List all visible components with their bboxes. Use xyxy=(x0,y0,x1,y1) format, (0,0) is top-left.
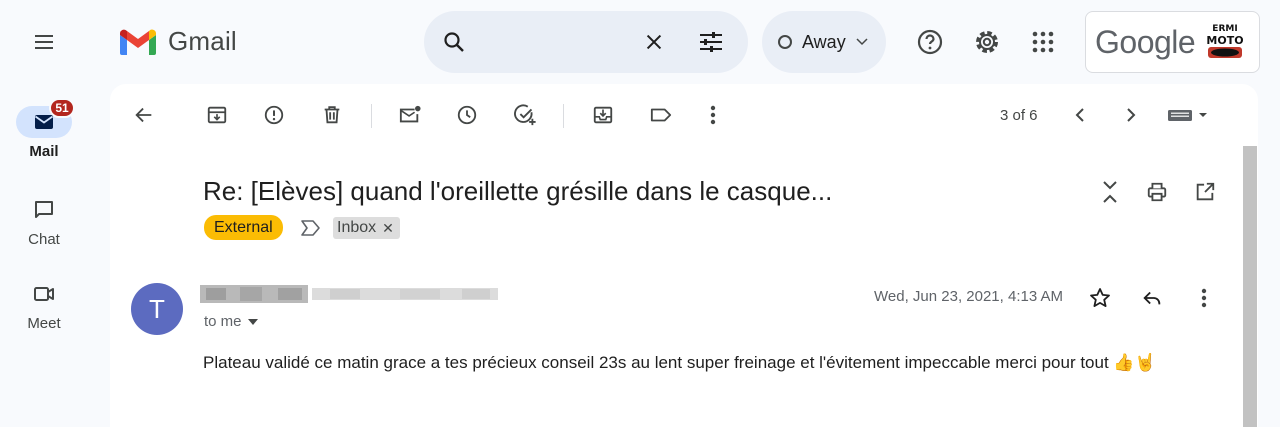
move-to-icon xyxy=(593,106,613,124)
archive-button[interactable] xyxy=(203,101,231,129)
report-spam-icon xyxy=(264,105,284,125)
chevron-left-icon xyxy=(1075,108,1084,122)
add-to-tasks-button[interactable] xyxy=(511,101,539,129)
keyboard-icon xyxy=(1168,110,1207,121)
more-options-button[interactable] xyxy=(699,101,727,129)
toolbar-divider xyxy=(371,104,372,128)
older-button[interactable] xyxy=(1117,101,1145,129)
google-wordmark: Google xyxy=(1095,23,1196,60)
rail-label-mail: Mail xyxy=(29,143,59,160)
labels-button[interactable] xyxy=(647,101,675,129)
status-dropdown[interactable]: Away xyxy=(762,11,886,73)
expand-all-button[interactable] xyxy=(1096,178,1124,206)
chat-icon xyxy=(35,201,53,218)
rail-item-mail[interactable]: 51 Mail xyxy=(0,98,88,160)
open-in-new-icon xyxy=(1196,182,1215,201)
gmail-wordmark: Gmail xyxy=(168,26,237,56)
status-dot-icon xyxy=(778,35,792,49)
message-more-button[interactable] xyxy=(1190,284,1218,312)
rail-pill-chat xyxy=(16,194,72,226)
gmail-m-icon xyxy=(120,29,156,55)
external-label-chip: External xyxy=(204,215,283,240)
rail-pill-meet xyxy=(16,278,72,310)
open-in-new-window-button[interactable] xyxy=(1191,178,1219,206)
importance-marker-icon[interactable] xyxy=(300,219,322,237)
archive-icon xyxy=(207,106,227,124)
chevron-right-icon xyxy=(1127,108,1136,122)
unread-count-badge: 51 xyxy=(49,98,75,118)
back-button[interactable] xyxy=(130,101,158,129)
rail-label-meet: Meet xyxy=(27,315,61,332)
main-menu-button[interactable] xyxy=(24,22,64,62)
settings-gear-icon[interactable] xyxy=(971,26,1003,58)
caret-down-icon xyxy=(247,318,258,325)
svg-text:MOTO: MOTO xyxy=(1207,34,1244,47)
more-vert-icon xyxy=(710,105,716,125)
back-arrow-icon xyxy=(135,107,152,123)
print-button[interactable] xyxy=(1143,178,1171,206)
search-bar[interactable] xyxy=(424,11,748,73)
label-icon xyxy=(650,108,672,122)
newer-button[interactable] xyxy=(1066,101,1094,129)
search-icon[interactable] xyxy=(440,28,468,56)
nav-rail: 51 Mail Chat Meet xyxy=(0,0,88,427)
inbox-label-chip: Inbox ✕ xyxy=(333,217,400,239)
recipient-details-toggle[interactable]: to me xyxy=(204,313,258,330)
move-to-button[interactable] xyxy=(589,101,617,129)
pagination-text: 3 of 6 xyxy=(1000,107,1038,124)
mark-unread-icon xyxy=(399,105,421,123)
gmail-logo[interactable]: Gmail xyxy=(118,26,237,57)
rail-pill-mail: 51 xyxy=(16,98,75,138)
status-label: Away xyxy=(802,31,846,52)
redacted-sender-name[interactable] xyxy=(200,285,500,303)
help-icon[interactable] xyxy=(914,26,946,58)
print-icon xyxy=(1147,182,1167,202)
video-icon xyxy=(34,287,54,301)
rail-item-chat[interactable]: Chat xyxy=(0,194,88,248)
add-task-icon xyxy=(514,104,536,126)
apps-grid-icon[interactable] xyxy=(1027,26,1059,58)
organization-logo: ERMI MOTO xyxy=(1207,22,1244,58)
delete-icon xyxy=(324,106,340,124)
chevron-down-icon xyxy=(856,38,868,46)
remove-label-icon[interactable]: ✕ xyxy=(382,220,394,237)
message-body: Plateau validé ce matin grace a tes préc… xyxy=(203,353,1156,372)
mark-unread-button[interactable] xyxy=(396,101,424,129)
inbox-label-text: Inbox xyxy=(337,219,377,236)
reply-button[interactable] xyxy=(1138,284,1166,312)
recipient-text: to me xyxy=(204,313,242,330)
toolbar-divider xyxy=(563,104,564,128)
menu-icon xyxy=(35,35,53,49)
email-subject: Re: [Elèves] quand l'oreillette grésille… xyxy=(203,176,833,206)
snooze-icon xyxy=(457,105,477,125)
scrollbar[interactable] xyxy=(1243,146,1257,427)
search-options-icon[interactable] xyxy=(697,28,725,56)
account-switcher[interactable]: Google ERMI MOTO xyxy=(1085,11,1260,73)
rail-label-chat: Chat xyxy=(28,231,60,248)
unfold-icon xyxy=(1103,181,1117,203)
rail-item-meet[interactable]: Meet xyxy=(0,278,88,332)
svg-text:ERMI: ERMI xyxy=(1212,24,1237,34)
message-date: Wed, Jun 23, 2021, 4:13 AM xyxy=(874,288,1064,305)
sender-avatar[interactable]: T xyxy=(131,283,183,335)
report-spam-button[interactable] xyxy=(260,101,288,129)
snooze-button[interactable] xyxy=(453,101,481,129)
delete-button[interactable] xyxy=(318,101,346,129)
more-vert-icon xyxy=(1201,288,1207,308)
reply-icon xyxy=(1143,291,1161,305)
star-icon xyxy=(1090,288,1110,307)
clear-search-icon[interactable] xyxy=(640,28,668,56)
input-tools-button[interactable] xyxy=(1165,101,1213,129)
star-button[interactable] xyxy=(1086,284,1114,312)
